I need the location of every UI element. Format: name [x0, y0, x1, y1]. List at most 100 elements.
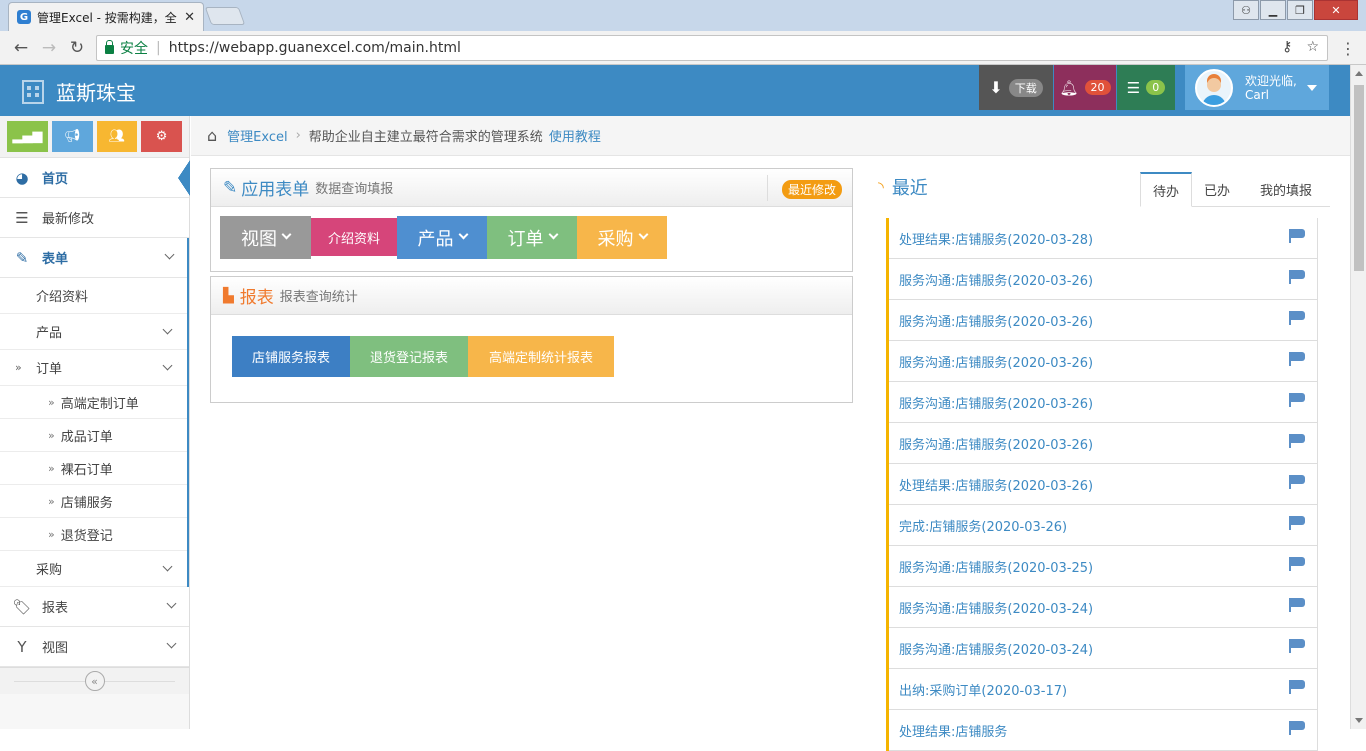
flag-icon[interactable]	[1289, 434, 1305, 448]
todo-item[interactable]: 服务沟通:店铺服务(2020-03-25)	[889, 546, 1317, 587]
sidebar-item-products[interactable]: 产品	[0, 314, 187, 350]
todo-item[interactable]: 出纳:采购订单(2020-03-17)	[889, 669, 1317, 710]
browser-menu-icon[interactable]: ⋮	[1340, 39, 1356, 58]
intro-button[interactable]: 介绍资料	[311, 218, 397, 256]
todo-item-label[interactable]: 服务沟通:店铺服务(2020-03-26)	[899, 434, 1093, 453]
scroll-up-icon[interactable]	[1355, 71, 1363, 76]
page-scrollbar[interactable]	[1350, 65, 1366, 729]
reload-icon[interactable]: ↻	[66, 37, 88, 59]
new-tab-button[interactable]	[204, 7, 246, 25]
todo-item-label[interactable]: 服务沟通:店铺服务(2020-03-24)	[899, 598, 1093, 617]
tab-title: 管理Excel - 按需构建，全	[37, 10, 177, 25]
todo-item[interactable]: 服务沟通:店铺服务(2020-03-24)	[889, 628, 1317, 669]
cogs-icon[interactable]: ⚙	[141, 121, 182, 152]
todo-item-label[interactable]: 服务沟通:店铺服务(2020-03-26)	[899, 270, 1093, 289]
bullhorn-icon[interactable]: 📢︎	[51, 121, 93, 152]
key-icon[interactable]: ⚷	[1282, 39, 1292, 55]
maximize-icon[interactable]: ❐	[1287, 0, 1313, 20]
sidebar-item-purchasing[interactable]: 采购	[0, 551, 187, 587]
tutorial-link[interactable]: 使用教程	[549, 126, 601, 145]
home-icon[interactable]: ⌂	[207, 126, 217, 145]
flag-icon[interactable]	[1289, 557, 1305, 571]
todo-item[interactable]: 服务沟通:店铺服务(2020-03-24)	[889, 587, 1317, 628]
sidebar-item-views[interactable]: Y 视图	[0, 627, 189, 667]
todo-item-label[interactable]: 服务沟通:店铺服务(2020-03-25)	[899, 557, 1093, 576]
todo-item-label[interactable]: 处理结果:店铺服务(2020-03-26)	[899, 475, 1093, 494]
back-icon[interactable]: ←	[10, 37, 32, 59]
close-icon[interactable]: ✕	[184, 10, 195, 25]
flag-icon[interactable]	[1289, 598, 1305, 612]
todo-item-label[interactable]: 服务沟通:店铺服务(2020-03-26)	[899, 311, 1093, 330]
tab-done[interactable]: 已办	[1192, 172, 1242, 207]
bookmark-star-icon[interactable]: ☆	[1306, 39, 1319, 55]
todo-list: 处理结果:店铺服务(2020-03-28) 服务沟通:店铺服务(2020-03-2…	[886, 218, 1318, 751]
sidebar-item-reports[interactable]: 🏷︎ 报表	[0, 587, 189, 627]
forward-icon[interactable]: →	[38, 37, 60, 59]
flag-icon[interactable]	[1289, 475, 1305, 489]
sidebar-item-label: 首页	[42, 172, 69, 187]
sidebar-item-custom-orders[interactable]: » 高端定制订单	[0, 386, 187, 419]
signal-icon[interactable]: ▂▄▆	[7, 121, 48, 152]
flag-icon[interactable]	[1289, 270, 1305, 284]
store-service-report-button[interactable]: 店铺服务报表	[232, 336, 350, 377]
url-field[interactable]: 安全 | https://webapp.guanexcel.com/main.h…	[96, 35, 1328, 61]
chevron-down-icon	[166, 638, 177, 649]
sidebar-item-recent-changes[interactable]: ☰ 最新修改	[0, 198, 189, 238]
browser-tab[interactable]: G 管理Excel - 按需构建，全 ✕	[8, 2, 204, 31]
products-button[interactable]: 产品	[397, 216, 487, 259]
scroll-thumb[interactable]	[1354, 85, 1364, 271]
flag-icon[interactable]	[1289, 721, 1305, 735]
todo-item-label[interactable]: 处理结果:店铺服务(2020-03-28)	[899, 229, 1093, 248]
todo-item[interactable]: 处理结果:店铺服务	[889, 710, 1317, 751]
todo-item[interactable]: 完成:店铺服务(2020-03-26)	[889, 505, 1317, 546]
todo-item-label[interactable]: 服务沟通:店铺服务(2020-03-24)	[899, 639, 1093, 658]
custom-stats-report-button[interactable]: 高端定制统计报表	[468, 336, 614, 377]
todo-item-label[interactable]: 出纳:采购订单(2020-03-17)	[899, 680, 1067, 699]
views-button[interactable]: 视图	[220, 216, 311, 259]
tab-todo[interactable]: 待办	[1140, 172, 1192, 207]
sidebar-item-finished-orders[interactable]: » 成品订单	[0, 419, 187, 452]
sidebar-item-forms[interactable]: ✎ 表单	[0, 238, 187, 278]
notifications-button[interactable]: 🔔︎ 20	[1054, 65, 1116, 110]
todo-item[interactable]: 处理结果:店铺服务(2020-03-26)	[889, 464, 1317, 505]
todo-item-label[interactable]: 服务沟通:店铺服务(2020-03-26)	[899, 352, 1093, 371]
tasks-button[interactable]: ☰ 0	[1117, 65, 1175, 110]
todo-item[interactable]: 服务沟通:店铺服务(2020-03-26)	[889, 300, 1317, 341]
todo-item[interactable]: 服务沟通:店铺服务(2020-03-26)	[889, 259, 1317, 300]
flag-icon[interactable]	[1289, 229, 1305, 243]
flag-icon[interactable]	[1289, 516, 1305, 530]
users-icon[interactable]: 👥︎	[96, 121, 138, 152]
scroll-down-icon[interactable]	[1355, 718, 1363, 723]
flag-icon[interactable]	[1289, 680, 1305, 694]
flag-icon[interactable]	[1289, 352, 1305, 366]
flag-icon[interactable]	[1289, 393, 1305, 407]
orders-button[interactable]: 订单	[487, 216, 577, 259]
todo-item[interactable]: 服务沟通:店铺服务(2020-03-26)	[889, 341, 1317, 382]
flag-icon[interactable]	[1289, 311, 1305, 325]
minimize-icon[interactable]: ▁	[1260, 0, 1286, 20]
user-menu[interactable]: 欢迎光临, Carl	[1185, 65, 1329, 110]
todo-item[interactable]: 服务沟通:店铺服务(2020-03-26)	[889, 382, 1317, 423]
todo-item[interactable]: 处理结果:店铺服务(2020-03-28)	[889, 218, 1317, 259]
returns-report-button[interactable]: 退货登记报表	[350, 336, 468, 377]
sidebar-item-orders[interactable]: » 订单	[0, 350, 187, 386]
sidebar-item-intro[interactable]: 介绍资料	[0, 278, 187, 314]
user-icon[interactable]: ⚇	[1233, 0, 1259, 20]
todo-item[interactable]: 服务沟通:店铺服务(2020-03-26)	[889, 423, 1317, 464]
purchasing-button[interactable]: 采购	[577, 216, 667, 259]
sidebar-item-home[interactable]: ◕ 首页	[0, 158, 190, 198]
download-button[interactable]: ⬇ 下载	[979, 65, 1053, 110]
tab-my-submissions[interactable]: 我的填报	[1242, 172, 1330, 207]
sidebar-item-store-service[interactable]: » 店铺服务	[0, 485, 187, 518]
todo-item-label[interactable]: 完成:店铺服务(2020-03-26)	[899, 516, 1067, 535]
flag-icon[interactable]	[1289, 639, 1305, 653]
sidebar-item-returns[interactable]: » 退货登记	[0, 518, 187, 551]
window-close-icon[interactable]: ✕	[1314, 0, 1358, 20]
sidebar-item-loose-stone-orders[interactable]: » 裸石订单	[0, 452, 187, 485]
collapse-icon[interactable]: «	[84, 671, 105, 691]
todo-item-label[interactable]: 处理结果:店铺服务	[899, 721, 1007, 740]
todo-item-label[interactable]: 服务沟通:店铺服务(2020-03-26)	[899, 393, 1093, 412]
brand[interactable]: 蓝斯珠宝	[22, 77, 136, 106]
recent-changes-badge[interactable]: 最近修改	[781, 180, 842, 199]
breadcrumb-link[interactable]: 管理Excel	[227, 126, 287, 145]
